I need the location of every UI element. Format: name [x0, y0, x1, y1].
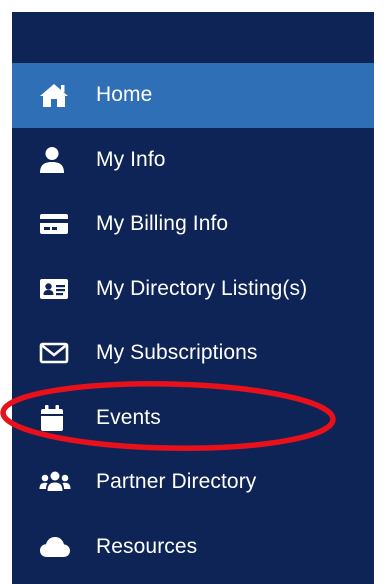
sidebar-item-label: My Info — [96, 147, 166, 171]
sidebar-item-resources[interactable]: Resources — [12, 515, 374, 580]
sidebar-item-my-subscriptions[interactable]: My Subscriptions — [12, 321, 374, 386]
home-icon — [39, 79, 71, 111]
sidebar-item-my-info[interactable]: My Info — [12, 128, 374, 193]
id-card-icon — [39, 273, 71, 305]
sidebar-item-partner-directory[interactable]: Partner Directory — [12, 450, 374, 515]
users-icon — [39, 466, 71, 498]
sidebar-item-label: My Directory Listing(s) — [96, 276, 308, 300]
user-icon — [39, 144, 71, 176]
credit-card-icon — [39, 208, 71, 240]
sidebar-item-home[interactable]: Home — [12, 63, 374, 128]
calendar-icon — [39, 402, 71, 434]
sidebar-item-label: Partner Directory — [96, 470, 257, 494]
sidebar-item-my-directory-listings[interactable]: My Directory Listing(s) — [12, 257, 374, 322]
sidebar-item-label: Events — [96, 405, 161, 429]
sidebar-nav: Home My Info My Billing Info My Director… — [12, 12, 374, 584]
sidebar-item-label: Resources — [96, 534, 198, 558]
sidebar-header — [12, 12, 374, 63]
sidebar-item-label: My Billing Info — [96, 212, 229, 236]
sidebar-item-my-billing-info[interactable]: My Billing Info — [12, 192, 374, 257]
sidebar-item-events[interactable]: Events — [12, 386, 374, 451]
sidebar-menu: Home My Info My Billing Info My Director… — [12, 63, 374, 579]
sidebar-item-label: Home — [96, 83, 153, 107]
envelope-icon — [39, 337, 71, 369]
sidebar-item-label: My Subscriptions — [96, 341, 258, 365]
cloud-icon — [39, 531, 71, 563]
